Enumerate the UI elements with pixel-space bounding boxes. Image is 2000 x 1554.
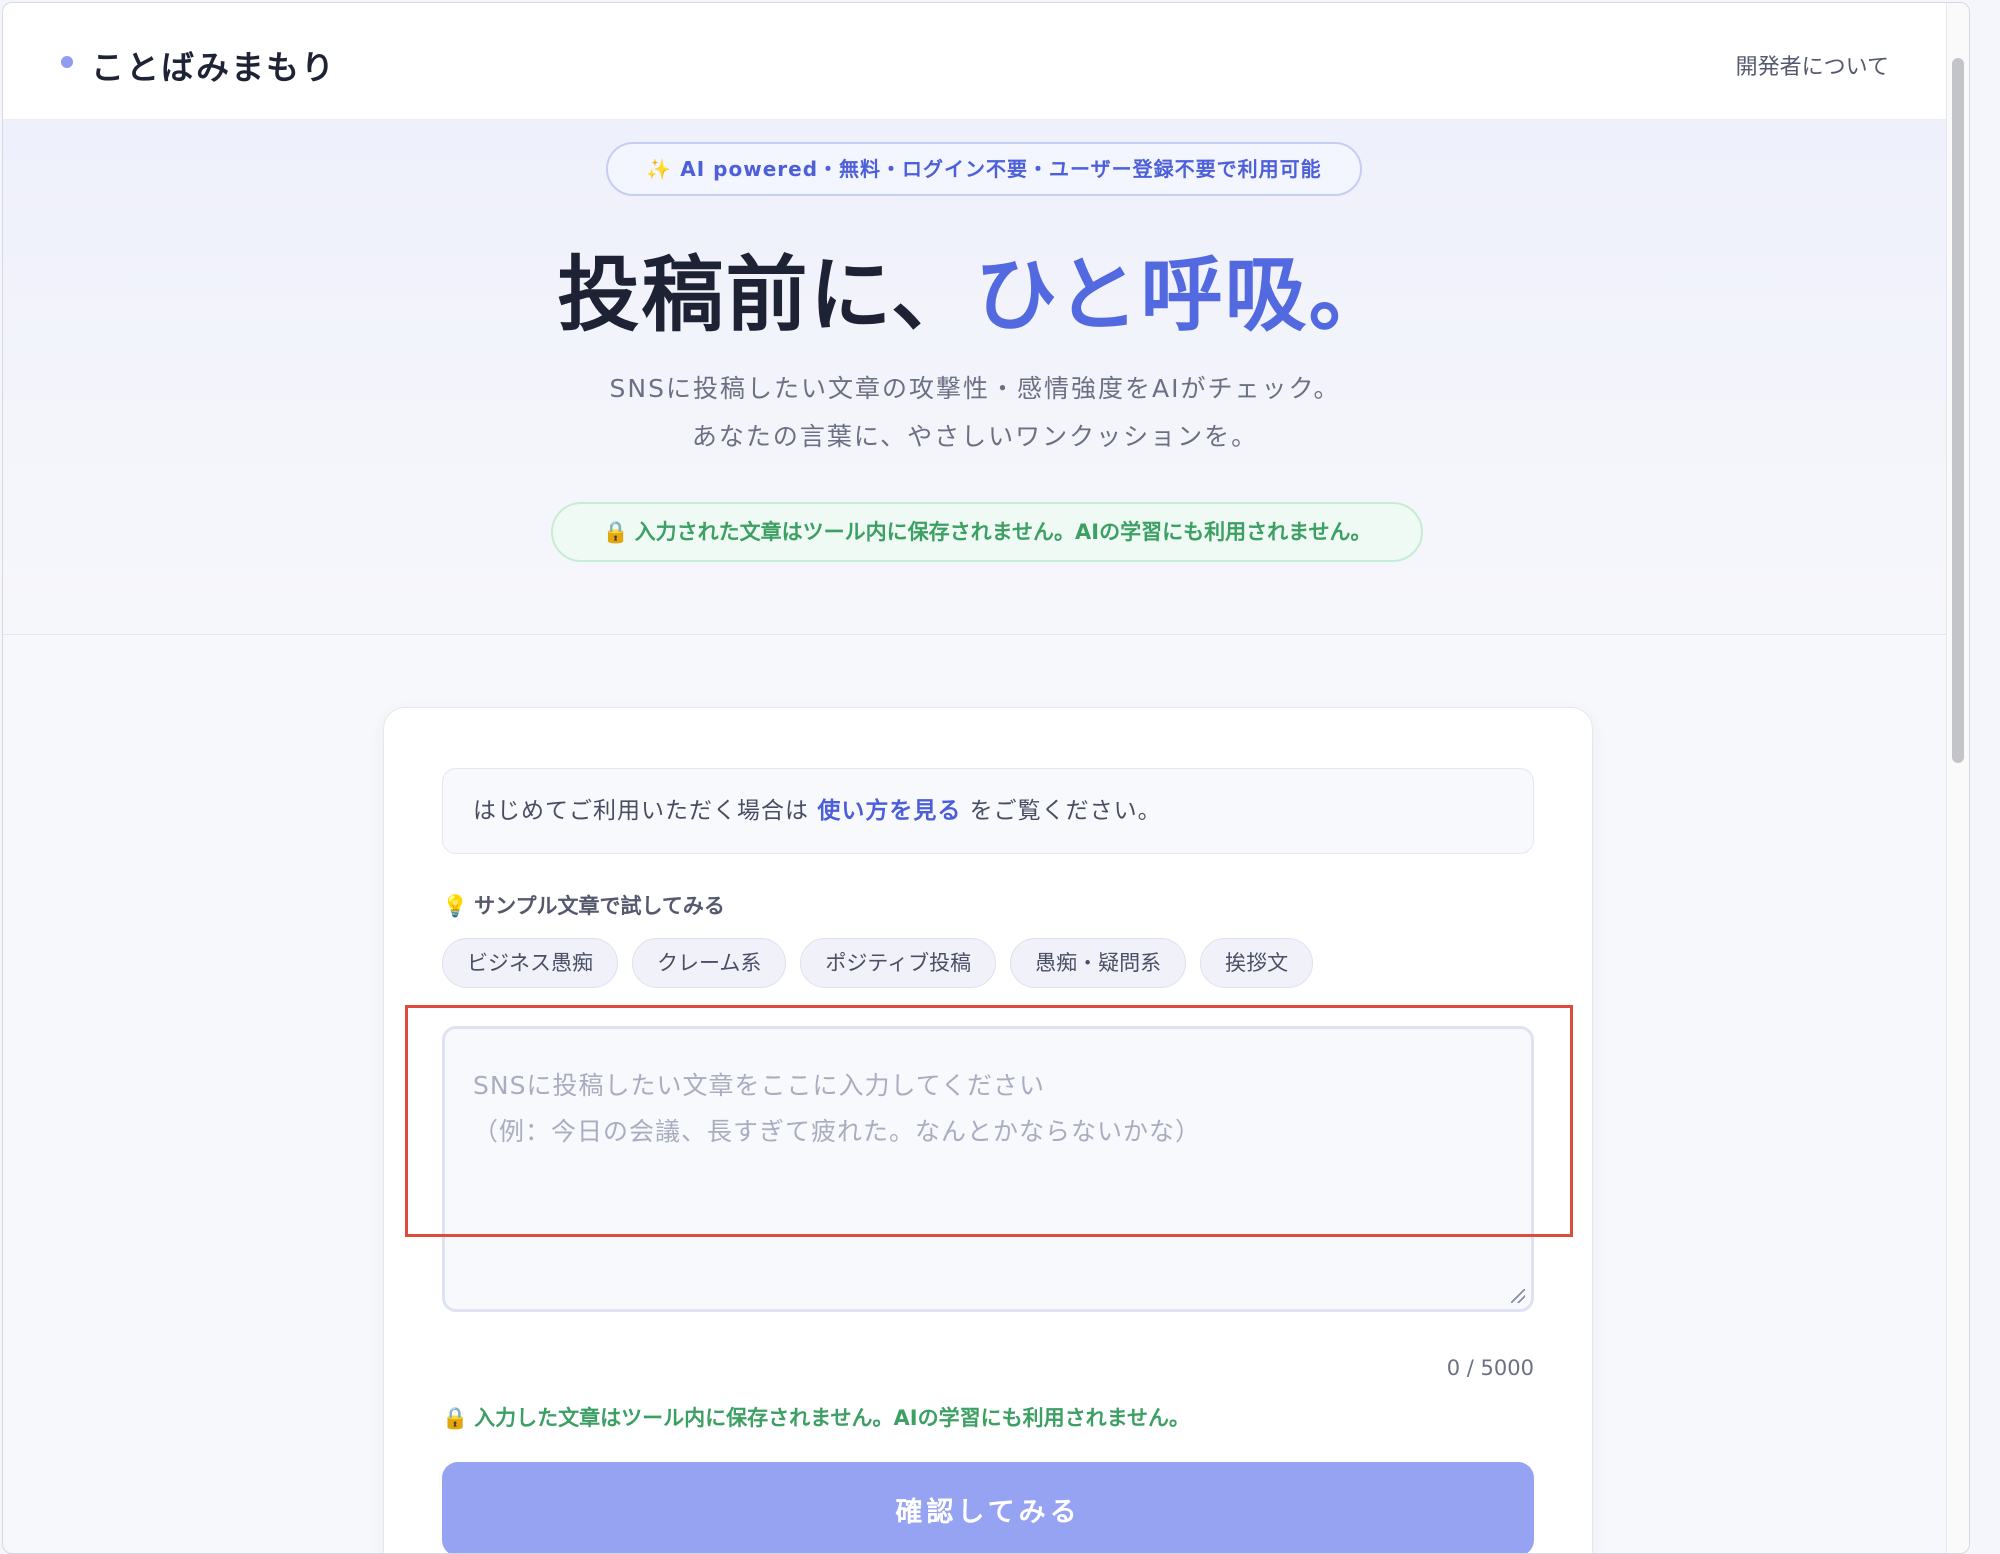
resize-handle-icon[interactable]: [1511, 1289, 1525, 1303]
notice-suffix: をご覧ください。: [969, 798, 1162, 824]
site-header: ことばみまもり 開発者について: [3, 3, 1947, 120]
sample-chip-claim[interactable]: クレーム系: [632, 938, 787, 988]
sample-heading-text: サンプル文章で試してみる: [474, 894, 725, 918]
placeholder-line2: （例：今日の会議、長すぎて疲れた。なんとかならないかな）: [473, 1117, 1202, 1146]
character-counter: 0 / 5000: [1446, 1356, 1534, 1380]
scrollbar-thumb[interactable]: [1952, 58, 1964, 763]
sample-chips: ビジネス愚痴 クレーム系 ポジティブ投稿 愚痴・疑問系 挨拶文: [442, 938, 1314, 988]
post-text-input[interactable]: SNSに投稿したい文章をここに入力してください （例：今日の会議、長すぎて疲れた…: [442, 1026, 1534, 1312]
privacy-note-text: 入力した文章はツール内に保存されません。AIの学習にも利用されません。: [474, 1406, 1190, 1430]
privacy-banner-text: 入力された文章はツール内に保存されません。AIの学習にも利用されません。: [634, 520, 1372, 544]
about-developer-link[interactable]: 開発者について: [1736, 49, 1889, 81]
logo-dot-icon: [61, 56, 73, 68]
hero-subtitle-line1: SNSに投稿したい文章の攻撃性・感情強度をAIがチェック。: [609, 374, 1341, 403]
browser-window: ことばみまもり 開発者について ✨ AI powered・無料・ログイン不要・ユー…: [2, 2, 1970, 1554]
checker-card: はじめてご利用いただく場合は 使い方を見る をご覧ください。 💡 サンプル文章で試…: [383, 707, 1593, 1553]
sparkles-icon: ✨: [646, 157, 673, 181]
lock-icon: 🔒: [442, 1406, 469, 1430]
hero-subtitle: SNSに投稿したい文章の攻撃性・感情強度をAIがチェック。 あなたの言葉に、やさ…: [3, 365, 1947, 461]
privacy-note: 🔒 入力した文章はツール内に保存されません。AIの学習にも利用されません。: [442, 1402, 1190, 1432]
first-time-notice: はじめてご利用いただく場合は 使い方を見る をご覧ください。: [442, 768, 1534, 854]
feature-badge-text: AI powered・無料・ログイン不要・ユーザー登録不要で利用可能: [680, 157, 1322, 181]
feature-badge: ✨ AI powered・無料・ログイン不要・ユーザー登録不要で利用可能: [606, 142, 1362, 196]
hero-title: 投稿前に、ひと呼吸。: [3, 228, 1947, 347]
hero-section: ✨ AI powered・無料・ログイン不要・ユーザー登録不要で利用可能 投稿前に…: [3, 120, 1947, 635]
placeholder-line1: SNSに投稿したい文章をここに入力してください: [473, 1071, 1045, 1100]
check-submit-button[interactable]: 確認してみる: [442, 1462, 1534, 1553]
sample-chip-positive-post[interactable]: ポジティブ投稿: [800, 938, 997, 988]
sample-chip-complaint-question[interactable]: 愚痴・疑問系: [1010, 938, 1187, 988]
hero-subtitle-line2: あなたの言葉に、やさしいワンクッションを。: [691, 422, 1259, 451]
lock-icon: 🔒: [602, 520, 629, 544]
privacy-banner: 🔒 入力された文章はツール内に保存されません。AIの学習にも利用されません。: [551, 502, 1423, 562]
sample-chip-greeting[interactable]: 挨拶文: [1200, 938, 1314, 988]
how-to-use-link[interactable]: 使い方を見る: [817, 798, 961, 824]
sample-heading: 💡 サンプル文章で試してみる: [442, 890, 725, 920]
site-logo[interactable]: ことばみまもり: [91, 41, 336, 89]
lightbulb-icon: 💡: [442, 894, 469, 918]
hero-title-accent: ひと呼吸。: [975, 247, 1393, 343]
hero-title-main: 投稿前に、: [557, 247, 975, 343]
vertical-scrollbar[interactable]: [1946, 3, 1969, 1553]
notice-prefix: はじめてご利用いただく場合は: [473, 798, 809, 824]
sample-chip-business-complaint[interactable]: ビジネス愚痴: [442, 938, 618, 988]
